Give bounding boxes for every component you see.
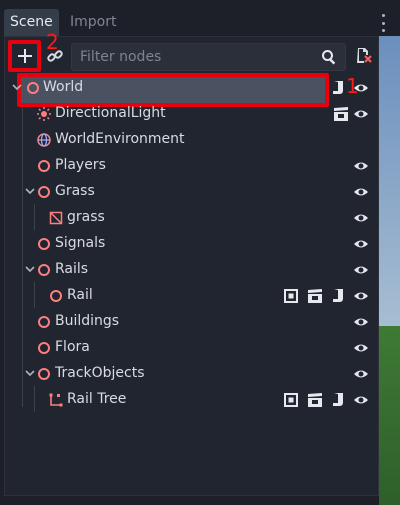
chevron-down-icon[interactable] [24, 367, 36, 379]
viewport-sky [379, 36, 400, 326]
tab-import[interactable]: Import [64, 9, 122, 36]
tree-item-grass[interactable]: Grass [5, 179, 378, 205]
add-node-button[interactable] [8, 40, 41, 72]
visibility-eye-icon[interactable] [353, 367, 369, 381]
tree-item-flora[interactable]: Flora [5, 335, 378, 361]
script-icon[interactable] [331, 80, 345, 96]
chevron-down-icon[interactable] [24, 263, 36, 275]
tree-item-grass-mesh[interactable]: grass [5, 205, 378, 231]
dock-tab-bar: Scene Import [0, 0, 400, 38]
tree-item-label: Buildings [55, 313, 120, 329]
search-icon [322, 50, 336, 65]
visibility-eye-icon[interactable] [353, 263, 369, 277]
tree-item-label: Rail [67, 287, 93, 303]
tree-item-trackobjects[interactable]: TrackObjects [5, 361, 378, 387]
tree-item-label: Flora [55, 339, 90, 355]
tree-item-signals[interactable]: Signals [5, 231, 378, 257]
annotation-number-2: 2 [46, 30, 59, 54]
node3d-icon [38, 316, 50, 328]
tree-item-label: Rail Tree [67, 391, 127, 407]
chevron-down-icon[interactable] [24, 185, 36, 197]
node3d-icon [38, 264, 50, 276]
clapper-icon[interactable] [307, 288, 323, 304]
tree-item-label: Grass [55, 183, 95, 199]
remote-scene-icon[interactable] [355, 46, 373, 64]
clapper-icon[interactable] [307, 392, 323, 408]
mesh-icon [49, 211, 63, 225]
tree-item-label: DirectionalLight [55, 105, 166, 121]
annotation-number-1: 1 [346, 74, 359, 98]
node3d-icon [50, 290, 62, 302]
tree-item-label: Players [55, 157, 106, 173]
script-icon[interactable] [331, 288, 345, 304]
tree-item-label: Signals [55, 235, 106, 251]
tree-item-buildings[interactable]: Buildings [5, 309, 378, 335]
tree-item-label: WorldEnvironment [55, 131, 185, 147]
tree-item-label: grass [67, 209, 105, 225]
visibility-eye-icon[interactable] [353, 341, 369, 355]
visibility-eye-icon[interactable] [353, 211, 369, 225]
visibility-eye-icon[interactable] [353, 289, 369, 303]
scene-dock: World DirectionalLight WorldEnvironment … [4, 36, 379, 496]
node3d-icon [38, 186, 50, 198]
tree-item-label: World [43, 79, 84, 95]
node3d-icon [38, 368, 50, 380]
tree-item-players[interactable]: Players [5, 153, 378, 179]
scene-toolbar [5, 37, 378, 75]
visibility-eye-icon[interactable] [353, 107, 369, 121]
3d-viewport[interactable] [379, 36, 400, 505]
visibility-eye-icon[interactable] [353, 393, 369, 407]
tree-item-rail-tree[interactable]: Rail Tree [5, 387, 378, 413]
clapper-icon[interactable] [333, 106, 349, 122]
tree-item-directionallight[interactable]: DirectionalLight [5, 101, 378, 127]
chevron-down-icon[interactable] [11, 81, 23, 93]
node3d-icon [27, 82, 39, 94]
globe-icon [37, 133, 51, 147]
tree-item-label: TrackObjects [55, 365, 145, 381]
tree-item-worldenvironment[interactable]: WorldEnvironment [5, 127, 378, 153]
viewport-trees [379, 326, 400, 505]
tree-item-label: Rails [55, 261, 89, 277]
script-icon[interactable] [331, 392, 345, 408]
tree-item-rail[interactable]: Rail [5, 283, 378, 309]
plus-icon [17, 49, 32, 63]
node3d-icon [38, 238, 50, 250]
visibility-eye-icon[interactable] [353, 159, 369, 173]
filter-nodes-field[interactable] [71, 43, 346, 71]
visibility-eye-icon[interactable] [353, 315, 369, 329]
instance-icon[interactable] [283, 392, 299, 408]
tree-item-world[interactable]: World [5, 75, 378, 101]
path-icon [49, 393, 63, 407]
node3d-icon [38, 160, 50, 172]
visibility-eye-icon[interactable] [353, 237, 369, 251]
filter-nodes-input[interactable] [72, 44, 320, 70]
visibility-eye-icon[interactable] [353, 185, 369, 199]
tree-item-rails[interactable]: Rails [5, 257, 378, 283]
node3d-icon [38, 342, 50, 354]
dock-menu-icon[interactable] [380, 14, 386, 32]
instance-icon[interactable] [283, 288, 299, 304]
light-icon [37, 107, 51, 121]
